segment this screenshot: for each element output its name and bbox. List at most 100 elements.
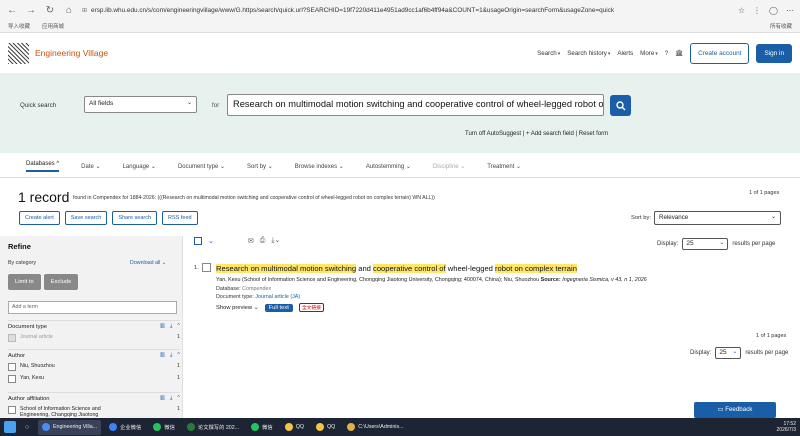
chat-icon: ▭ [717, 406, 724, 413]
sort-select[interactable]: Relevance ⌄ [654, 211, 781, 225]
reload-icon[interactable]: ↻ [44, 5, 56, 16]
search-term-input[interactable]: Research on multimodal motion switching … [227, 94, 604, 116]
create-account-button[interactable]: Create account [690, 42, 750, 64]
institution-icon[interactable]: 🏛 [675, 49, 683, 57]
add-search-field-link[interactable]: + Add search field [526, 131, 574, 137]
facet-databases[interactable]: Databases ^ [26, 161, 60, 172]
menu-icon[interactable]: ⋯ [786, 6, 794, 15]
collapse-icon[interactable]: ^ [177, 395, 180, 402]
download-icon[interactable]: ⤓ [170, 323, 172, 330]
exclude-button[interactable]: Exclude [43, 274, 79, 290]
taskbar-app[interactable]: Engineering Villa... [38, 419, 102, 435]
site-info-icon[interactable]: ⊞ [82, 7, 87, 14]
feedback-button[interactable]: ▭ Feedback [694, 402, 776, 418]
save-search-button[interactable]: Save search [64, 211, 108, 225]
result-database: Database: Compendex [216, 286, 272, 292]
taskbar-app[interactable]: QQ [281, 420, 308, 435]
facet-sort-by[interactable]: Sort by ⌄ [247, 163, 273, 170]
facet-checkbox[interactable] [8, 334, 16, 342]
windows-start-icon[interactable] [4, 421, 16, 433]
download-icon[interactable]: ⤓ [170, 352, 172, 359]
facet-discipline: Discipline ⌄ [432, 164, 466, 170]
download-all-link[interactable]: Download all ⌄ [130, 260, 166, 266]
refine-title: Refine [8, 242, 31, 251]
create-alert-button[interactable]: Create alert [19, 211, 60, 225]
taskbar-app[interactable]: 微信 [247, 420, 277, 435]
download-icon[interactable]: ⤓⌄ [271, 236, 280, 245]
chevron-down-icon: ⌄ [732, 349, 738, 355]
facet-checkbox[interactable] [8, 375, 16, 383]
bookmark-item[interactable]: 应用商城 [42, 22, 64, 30]
chevron-down-icon: ▾ [557, 50, 561, 57]
rss-feed-button[interactable]: RSS feed [162, 211, 198, 225]
result-authors: Yan, Kexu (School of Information Science… [216, 277, 647, 283]
add-term-input[interactable]: Add a term [8, 301, 177, 314]
taskbar-app[interactable]: 企业微信 [105, 420, 145, 435]
collapse-icon[interactable]: ^ [177, 352, 180, 359]
address-bar[interactable]: ⊞ ersp.lib.whu.edu.cn/s/com/engineeringv… [82, 2, 731, 18]
limit-to-button[interactable]: Limit to [8, 274, 41, 290]
extensions-icon[interactable]: ⋮ [753, 6, 761, 15]
search-field-select[interactable]: All fields ⌄ [84, 96, 197, 113]
chevron-down-icon[interactable]: ⌄ [208, 237, 214, 245]
display-label: Display: [657, 241, 679, 247]
refine-section-affiliation: Author affiliation ▥ ⤓ ^ School of Informa… [8, 392, 180, 418]
select-all-checkbox[interactable] [194, 236, 202, 245]
nav-search[interactable]: Search▾ [537, 50, 560, 57]
back-icon[interactable]: ← [6, 5, 18, 16]
facet-checkbox[interactable] [8, 406, 16, 414]
facet-treatment[interactable]: Treatment ⌄ [487, 163, 521, 170]
facet-language[interactable]: Language ⌄ [123, 163, 156, 170]
taskbar-app[interactable]: QQ [312, 420, 339, 435]
show-preview-link[interactable]: Show preview ⌄ [216, 305, 259, 311]
all-bookmarks[interactable]: 所有收藏 [770, 22, 792, 30]
result-doctype: Document type: Journal article (JA) [216, 294, 301, 300]
help-icon[interactable]: ? [665, 50, 668, 57]
full-text-button[interactable]: Full text [264, 303, 293, 312]
facet-date[interactable]: Date ⌄ [81, 163, 100, 170]
nav-more[interactable]: More▾ [640, 50, 658, 57]
wechat-icon [251, 423, 260, 431]
nav-search-history[interactable]: Search history▾ [567, 50, 610, 57]
email-icon[interactable]: ✉ [248, 237, 254, 245]
elsevier-logo[interactable] [8, 42, 29, 64]
reset-form-link[interactable]: Reset form [579, 131, 608, 137]
home-icon[interactable]: ⌂ [63, 5, 75, 16]
forward-icon[interactable]: → [25, 5, 37, 16]
taskbar-app[interactable]: C:\Users\Adminis... [343, 420, 407, 435]
page-count-bottom: 1 of 1 pages [756, 333, 787, 339]
facet-checkbox[interactable] [8, 363, 16, 371]
brand-name[interactable]: Engineering Village [35, 48, 108, 58]
sign-in-button[interactable]: Sign in [756, 43, 792, 63]
result-checkbox[interactable] [202, 263, 211, 272]
search-icon[interactable]: ○ [20, 424, 34, 431]
refine-section-document-type: Document type ▥ ⤓ ^ Journal article 1 [8, 320, 180, 342]
facet-browse-indexes[interactable]: Browse indexes ⌄ [295, 163, 344, 170]
refine-section-author: Author ▥ ⤓ ^ Niu, Shuozhou 1 Yan, Kexu 1 [8, 349, 180, 383]
facet-bar: Databases ^ Date ⌄ Language ⌄ Document t… [0, 156, 800, 178]
star-icon[interactable]: ☆ [738, 6, 745, 15]
taskbar-app[interactable]: 微信 [149, 420, 179, 435]
download-icon[interactable]: ⤓ [170, 395, 172, 402]
fulltext-link-badge[interactable]: 全文链接 [298, 303, 325, 312]
profile-icon[interactable]: ◯ [769, 6, 778, 15]
per-page-select[interactable]: 25 ⌄ [682, 238, 729, 250]
collapse-icon[interactable]: ^ [177, 323, 180, 330]
result-title[interactable]: Research on multimodal motion switching … [216, 264, 577, 273]
facet-autostemming[interactable]: Autostemming ⌄ [366, 163, 411, 170]
chevron-down-icon: ▾ [655, 50, 658, 57]
chart-icon[interactable]: ▥ [160, 395, 165, 402]
per-page-select-bottom[interactable]: 25 ⌄ [715, 347, 742, 359]
turn-off-autosuggest-link[interactable]: Turn off AutoSuggest [465, 131, 521, 137]
display-label: Display: [690, 350, 712, 356]
nav-alerts[interactable]: Alerts [617, 50, 633, 57]
facet-document-type[interactable]: Document type ⌄ [178, 163, 225, 170]
search-button[interactable] [610, 95, 631, 116]
taskbar-app[interactable]: 论文撰写的 202... [183, 420, 243, 435]
share-search-button[interactable]: Share search [112, 211, 158, 225]
chart-icon[interactable]: ▥ [160, 352, 165, 359]
system-clock[interactable]: 17:52 2026/7/3 [777, 421, 796, 433]
print-icon[interactable]: ⎙ [260, 237, 266, 245]
chart-icon[interactable]: ▥ [160, 323, 165, 330]
bookmark-item[interactable]: 导入收藏 [8, 22, 30, 30]
